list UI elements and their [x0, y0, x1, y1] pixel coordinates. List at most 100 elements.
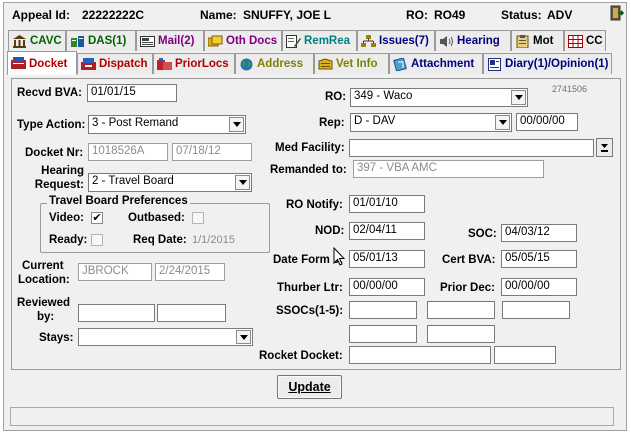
tab-dispatch-label: Dispatch — [99, 58, 148, 70]
rocket-docket-field-1[interactable] — [349, 346, 491, 364]
tab-mot[interactable]: Mot — [511, 30, 564, 51]
hearing-request-select[interactable]: 2 - Travel Board — [88, 173, 252, 192]
tab-address[interactable]: Address — [235, 53, 314, 74]
chevron-down-icon[interactable] — [511, 90, 526, 105]
chevron-down-icon[interactable] — [229, 117, 244, 132]
type-action-value: 3 - Post Remand — [92, 117, 179, 129]
recvd-bva-label: Recvd BVA: — [17, 87, 82, 99]
chevron-down-icon[interactable] — [235, 175, 250, 190]
tab-diary-opinion-label: Diary(1)/Opinion(1) — [505, 58, 609, 70]
cert-bva-label: Cert BVA: — [442, 254, 496, 266]
tab-priorlocs-label: PriorLocs — [175, 58, 229, 70]
thurber-field[interactable]: 00/00/00 — [349, 278, 425, 296]
hearing-request-value: 2 - Travel Board — [92, 175, 174, 187]
tab-docket-label: Docket — [29, 57, 68, 70]
ro-header-value: RO49 — [434, 8, 466, 22]
tab-vet-info[interactable]: Vet Info — [314, 53, 389, 74]
soc-field[interactable]: 04/03/12 — [501, 224, 577, 242]
tab-dispatch[interactable]: Dispatch — [77, 53, 153, 74]
tab-cavc[interactable]: CAVC — [8, 30, 66, 51]
type-action-select[interactable]: 3 - Post Remand — [88, 115, 246, 134]
req-date-value: 1/1/2015 — [192, 234, 235, 246]
remanded-to-field[interactable]: 397 - VBA AMC — [353, 160, 544, 178]
tab-attachment[interactable]: Attachment — [389, 53, 483, 74]
current-location-date-field[interactable]: 2/24/2015 — [155, 263, 225, 281]
tab-address-label: Address — [257, 58, 304, 70]
tab-docket[interactable]: Docket — [7, 51, 77, 75]
mail-icon — [140, 34, 155, 48]
cert-bva-field[interactable]: 05/05/15 — [501, 250, 577, 268]
current-location-label-1: Current — [22, 260, 64, 272]
chevron-down-icon[interactable] — [236, 330, 251, 344]
cc-icon — [568, 34, 583, 48]
ro-value: 349 - Waco — [354, 90, 413, 102]
ssoc-4-field[interactable] — [349, 325, 417, 343]
tab-oth-docs[interactable]: Oth Docs — [204, 30, 282, 51]
rocket-docket-field-2[interactable] — [494, 346, 556, 364]
med-facility-lookup-button[interactable] — [596, 138, 613, 157]
speaker-icon — [439, 34, 454, 48]
ready-checkbox[interactable] — [91, 234, 103, 246]
ro-code: 2741506 — [552, 84, 588, 94]
ssoc-5-field[interactable] — [427, 325, 495, 343]
rep-date-field[interactable]: 00/00/00 — [516, 113, 578, 131]
tab-vet-info-label: Vet Info — [336, 58, 378, 70]
globe-icon — [239, 57, 254, 71]
ro-notify-field[interactable]: 01/01/10 — [349, 195, 425, 213]
docket-nr-field[interactable]: 1018526A — [88, 143, 168, 161]
med-facility-field[interactable] — [349, 139, 594, 157]
ssocs-label: SSOCs(1-5): — [276, 305, 344, 317]
recvd-bva-field[interactable]: 01/01/15 — [87, 84, 177, 102]
tab-attachment-label: Attachment — [411, 58, 475, 70]
chevron-down-icon[interactable] — [495, 115, 510, 130]
rep-value: D - DAV — [354, 115, 396, 127]
tab-cc[interactable]: CC — [564, 30, 606, 51]
name-value: SNUFFY, JOE L — [243, 8, 332, 22]
req-date-label: Req Date: — [133, 234, 187, 246]
folders-icon — [208, 34, 223, 48]
tab-priorlocs[interactable]: PriorLocs — [153, 53, 235, 74]
video-checkbox[interactable]: ✔ — [91, 212, 103, 224]
tab-issues[interactable]: Issues(7) — [357, 30, 435, 51]
ro-select[interactable]: 349 - Waco — [350, 88, 528, 107]
reviewed-by-label-2: by: — [37, 311, 55, 323]
diary-icon — [487, 57, 502, 71]
hearing-request-label-2: Request: — [34, 179, 84, 191]
tab-diary-opinion[interactable]: Diary(1)/Opinion(1) — [483, 53, 612, 74]
tab-remrea[interactable]: RemRea — [282, 30, 357, 51]
tab-mot-label: Mot — [533, 35, 554, 47]
name-label: Name: — [200, 8, 237, 22]
appeal-id-value: 22222222C — [82, 8, 145, 22]
status-value: ADV — [547, 8, 573, 22]
current-location-label-2: Location: — [18, 274, 70, 286]
reviewed-by-field-1[interactable] — [78, 304, 155, 322]
ssoc-1-field[interactable] — [349, 301, 417, 319]
prior-dec-field[interactable]: 00/00/00 — [501, 278, 577, 296]
soc-label: SOC: — [468, 228, 497, 240]
down-arrow-icon — [601, 144, 608, 152]
thurber-label: Thurber Ltr: — [277, 282, 343, 294]
outbased-checkbox[interactable] — [192, 212, 204, 224]
tab-hearing[interactable]: Hearing — [435, 30, 511, 51]
exit-icon[interactable] — [608, 5, 625, 21]
date-form-field[interactable]: 05/01/13 — [349, 250, 425, 268]
nod-field[interactable]: 02/04/11 — [349, 222, 425, 240]
ssoc-2-field[interactable] — [427, 301, 495, 319]
stays-label: Stays: — [39, 332, 74, 344]
stays-select[interactable] — [78, 328, 253, 346]
docket-date-field[interactable]: 07/18/12 — [172, 143, 252, 161]
update-button[interactable]: Update — [277, 375, 342, 399]
priorlocs-icon — [157, 57, 172, 71]
tab-das[interactable]: DAS(1) — [66, 30, 136, 51]
courthouse-icon — [12, 34, 27, 48]
ssoc-3-field[interactable] — [502, 301, 570, 319]
issues-icon — [361, 34, 376, 48]
current-location-field[interactable]: JBROCK — [78, 263, 152, 281]
reviewed-by-field-2[interactable] — [157, 304, 226, 322]
remanded-to-label: Remanded to: — [270, 164, 347, 176]
docket-icon — [11, 57, 26, 71]
status-label: Status: — [501, 8, 542, 22]
rep-select[interactable]: D - DAV — [350, 113, 512, 132]
tab-mail[interactable]: Mail(2) — [136, 30, 204, 51]
rep-label: Rep: — [319, 117, 345, 129]
